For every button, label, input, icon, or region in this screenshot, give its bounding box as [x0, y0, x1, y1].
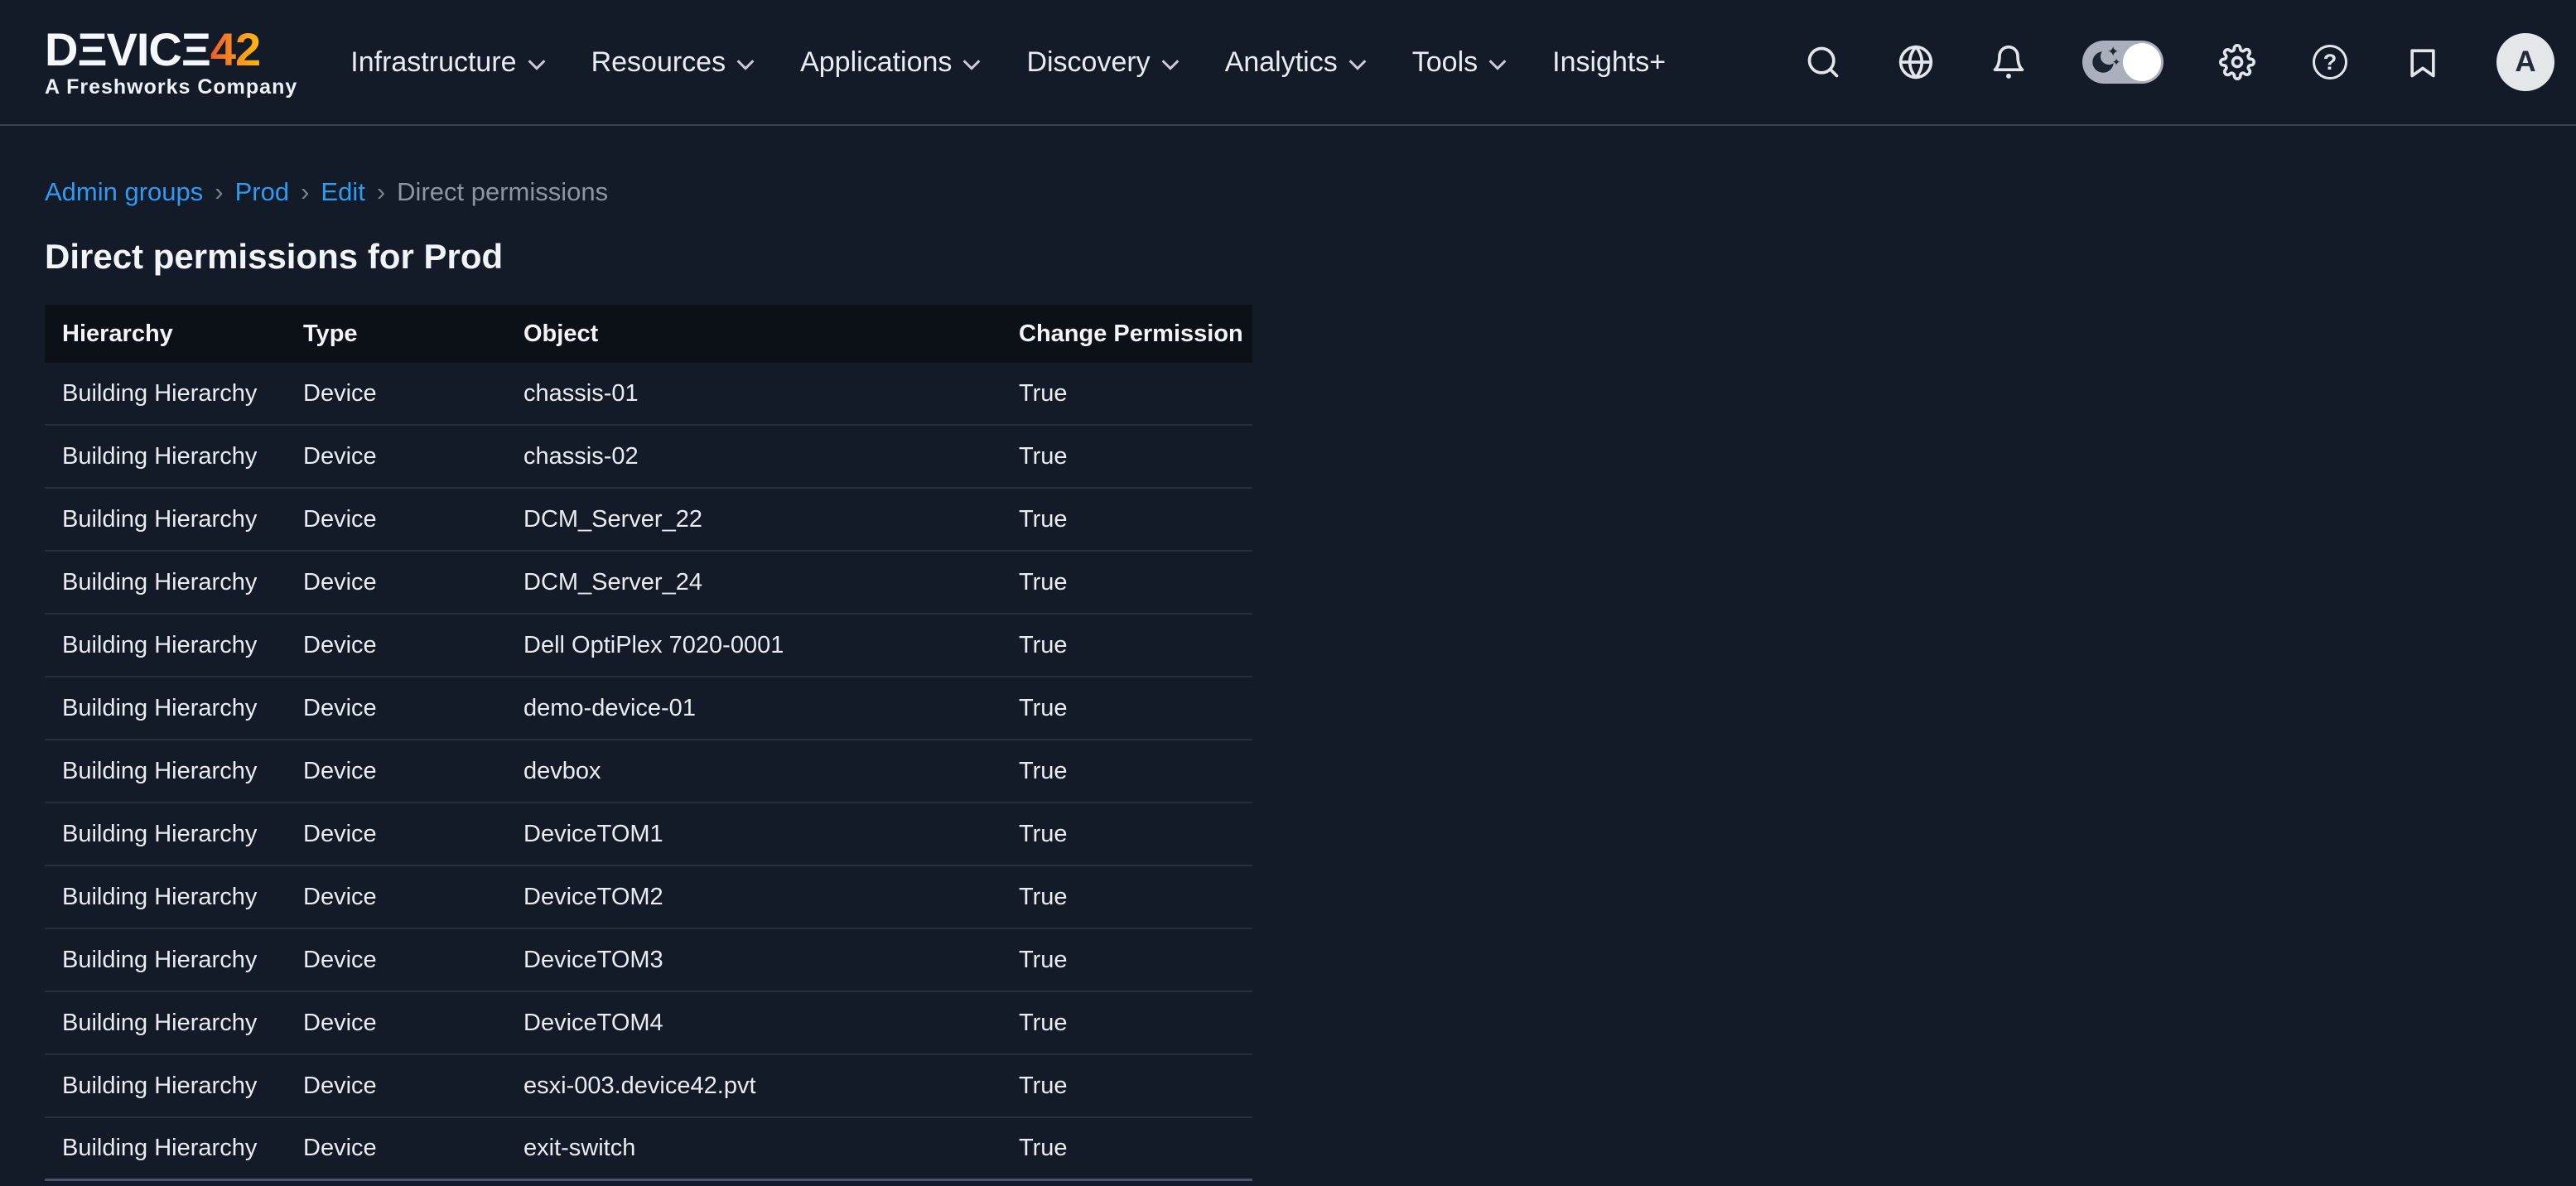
- search-icon[interactable]: [1804, 43, 1842, 81]
- bookmark-icon[interactable]: [2404, 43, 2442, 81]
- nav-item-infrastructure[interactable]: Infrastructure: [350, 46, 546, 79]
- logo-accent-42: 42: [210, 23, 260, 75]
- breadcrumb: Admin groups › Prod › Edit › Direct permission…: [45, 177, 2576, 207]
- avatar-letter: A: [2515, 46, 2535, 79]
- column-header-change-permission: Change Permission: [1019, 321, 1252, 348]
- primary-nav: Infrastructure Resources Applications Di…: [350, 46, 1666, 79]
- device42-logo[interactable]: DΞVICΞ42 A Freshworks Company: [45, 26, 297, 99]
- nav-item-discovery[interactable]: Discovery: [1026, 46, 1179, 79]
- table-row: Building Hierarchy Device DeviceTOM4 Tru…: [45, 992, 1252, 1055]
- help-icon[interactable]: ?: [2311, 43, 2349, 81]
- table-row: Building Hierarchy Device chassis-02 Tru…: [45, 426, 1252, 489]
- page-title: Direct permissions for Prod: [45, 237, 2576, 277]
- top-navbar: DΞVICΞ42 A Freshworks Company Infrastruc…: [0, 0, 2576, 126]
- table-row: Building Hierarchy Device devbox True: [45, 740, 1252, 803]
- table-row: Building Hierarchy Device DeviceTOM3 Tru…: [45, 929, 1252, 992]
- globe-icon[interactable]: [1897, 43, 1935, 81]
- navbar-actions: ✦ ✦ ? A: [1804, 33, 2554, 91]
- breadcrumb-direct-permissions: Direct permissions: [397, 177, 608, 207]
- table-row: Building Hierarchy Device DCM_Server_22 …: [45, 489, 1252, 552]
- nav-item-applications[interactable]: Applications: [800, 46, 982, 79]
- breadcrumb-separator: ›: [215, 177, 223, 207]
- nav-item-tools[interactable]: Tools: [1412, 46, 1507, 79]
- main-content: Admin groups › Prod › Edit › Direct permission…: [0, 177, 2576, 1181]
- column-header-object: Object: [523, 321, 1019, 348]
- help-glyph: ?: [2323, 50, 2337, 75]
- user-avatar[interactable]: A: [2496, 33, 2554, 91]
- column-header-type: Type: [303, 321, 523, 348]
- nav-item-insights[interactable]: Insights+: [1552, 46, 1666, 79]
- notifications-bell-icon[interactable]: [1990, 43, 2028, 81]
- logo-wordmark: DΞVICΞ42: [45, 26, 297, 74]
- table-row: Building Hierarchy Device DeviceTOM2 Tru…: [45, 866, 1252, 929]
- nav-item-analytics[interactable]: Analytics: [1225, 46, 1368, 79]
- theme-toggle[interactable]: ✦ ✦: [2082, 41, 2164, 84]
- table-row: Building Hierarchy Device DCM_Server_24 …: [45, 552, 1252, 615]
- permissions-table: Hierarchy Type Object Change Permission …: [45, 305, 1252, 1181]
- table-header-row: Hierarchy Type Object Change Permission: [45, 305, 1252, 363]
- chevron-down-icon: [527, 59, 547, 70]
- table-row: Building Hierarchy Device exit-switch Tr…: [45, 1118, 1252, 1181]
- table-row: Building Hierarchy Device DeviceTOM1 Tru…: [45, 803, 1252, 866]
- table-row: Building Hierarchy Device demo-device-01…: [45, 677, 1252, 740]
- column-header-hierarchy: Hierarchy: [45, 321, 303, 348]
- chevron-down-icon: [1488, 59, 1507, 70]
- sparkle-icon: ✦: [2112, 56, 2120, 68]
- logo-text: DΞVICΞ: [45, 23, 210, 75]
- breadcrumb-edit[interactable]: Edit: [321, 177, 364, 207]
- logo-subtitle: A Freshworks Company: [45, 75, 297, 99]
- breadcrumb-admin-groups[interactable]: Admin groups: [45, 177, 203, 207]
- chevron-down-icon: [1348, 59, 1368, 70]
- table-row: Building Hierarchy Device esxi-003.devic…: [45, 1055, 1252, 1118]
- table-row: Building Hierarchy Device Dell OptiPlex …: [45, 615, 1252, 677]
- table-body: Building Hierarchy Device chassis-01 Tru…: [45, 363, 1252, 1181]
- breadcrumb-prod[interactable]: Prod: [235, 177, 289, 207]
- breadcrumb-separator: ›: [377, 177, 385, 207]
- chevron-down-icon: [962, 59, 982, 70]
- toggle-knob[interactable]: [2123, 43, 2161, 81]
- chevron-down-icon: [1160, 59, 1180, 70]
- breadcrumb-separator: ›: [301, 177, 309, 207]
- nav-item-resources[interactable]: Resources: [591, 46, 756, 79]
- chevron-down-icon: [736, 59, 755, 70]
- settings-gear-icon[interactable]: [2218, 43, 2256, 81]
- table-row: Building Hierarchy Device chassis-01 Tru…: [45, 363, 1252, 426]
